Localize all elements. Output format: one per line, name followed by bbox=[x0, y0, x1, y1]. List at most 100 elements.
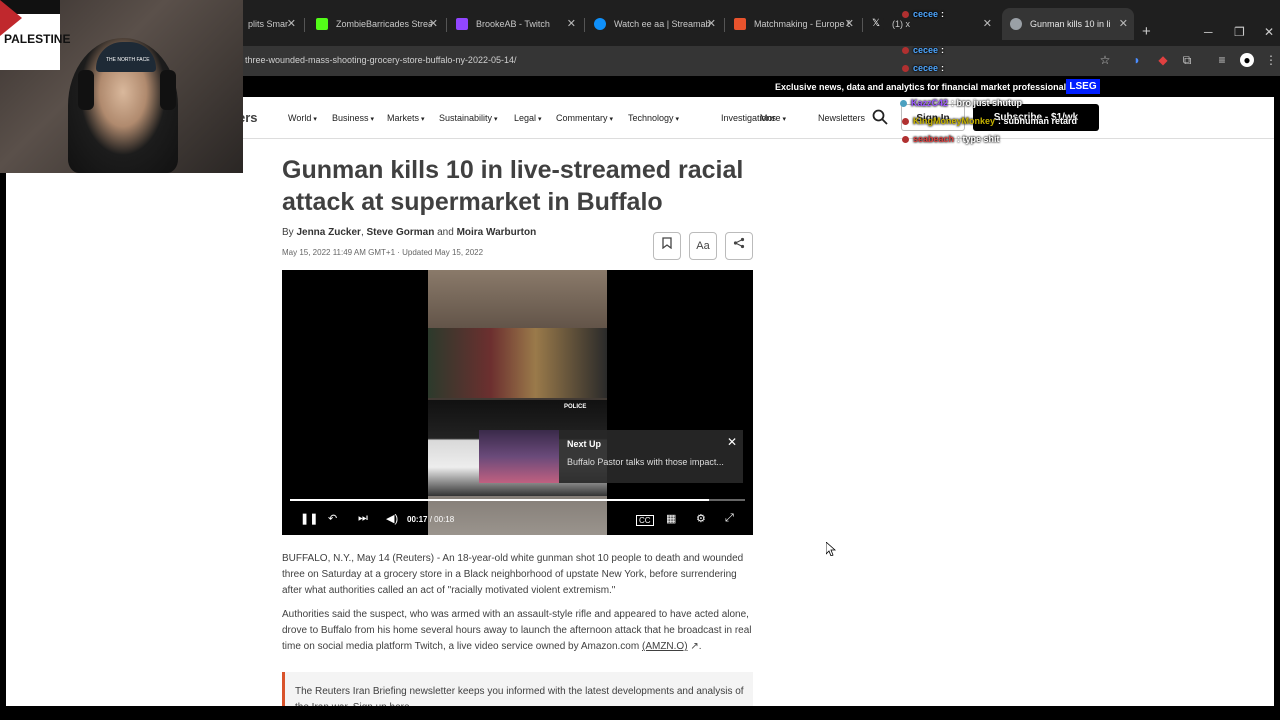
tab-smart[interactable]: plits Smart ✕ bbox=[240, 8, 302, 40]
storefront-image bbox=[428, 328, 607, 398]
faceit-icon bbox=[734, 18, 746, 30]
time-display: 00:17 / 00:18 bbox=[407, 515, 454, 524]
url-text[interactable]: three-wounded-mass-shooting-grocery-stor… bbox=[245, 55, 516, 65]
close-icon[interactable]: ✕ bbox=[727, 435, 737, 449]
close-icon[interactable]: ✕ bbox=[983, 17, 992, 30]
nav-label: Markets bbox=[387, 113, 420, 123]
chat-separator: : bbox=[941, 9, 945, 19]
settings-gear-icon[interactable]: ⚙ bbox=[696, 512, 706, 525]
close-icon[interactable]: ✕ bbox=[287, 17, 296, 30]
close-window-button[interactable]: ✕ bbox=[1264, 25, 1274, 39]
paragraph-text: . bbox=[698, 641, 702, 652]
newsletter-callout[interactable]: The Reuters Iran Briefing newsletter kee… bbox=[282, 672, 753, 706]
nav-newsletters[interactable]: Newsletters bbox=[818, 113, 865, 123]
chat-message: cecee: bbox=[902, 63, 944, 73]
text-size-icon: Aa bbox=[696, 240, 710, 252]
grid-icon[interactable]: ▦ bbox=[666, 512, 676, 525]
badge-icon bbox=[902, 11, 909, 19]
tab-twitch[interactable]: BrookeAB - Twitch ✕ bbox=[448, 8, 582, 40]
close-icon[interactable]: ✕ bbox=[1119, 17, 1128, 30]
extension-icon[interactable]: ◆ bbox=[1156, 53, 1170, 67]
bookmark-star-icon[interactable]: ☆ bbox=[1098, 53, 1112, 67]
nav-label: Business bbox=[332, 113, 369, 123]
close-icon[interactable]: ✕ bbox=[429, 17, 438, 30]
nav-commentary[interactable]: Commentary ▾ bbox=[556, 113, 613, 123]
chevron-down-icon: ▾ bbox=[675, 116, 680, 123]
bookmark-button[interactable] bbox=[653, 232, 681, 260]
close-icon[interactable]: ✕ bbox=[707, 17, 716, 30]
author-link[interactable]: Moira Warburton bbox=[457, 227, 537, 238]
screen: plits Smart ✕ ZombieBarricades Stream ✕ … bbox=[0, 0, 1280, 720]
nav-label: World bbox=[288, 113, 312, 123]
extension-icon[interactable]: ◗ bbox=[1130, 53, 1144, 67]
flag-triangle bbox=[0, 0, 22, 36]
next-up-card[interactable]: Next Up Buffalo Pastor talks with those … bbox=[479, 430, 743, 483]
menu-kebab-icon[interactable]: ⋮ bbox=[1264, 53, 1278, 67]
tab-title: Matchmaking - Europe 5v bbox=[754, 19, 850, 29]
volume-icon[interactable]: ◀) bbox=[386, 512, 398, 525]
nav-label: Technology bbox=[628, 113, 674, 123]
next-up-title[interactable]: Buffalo Pastor talks with those impact..… bbox=[567, 457, 735, 467]
chevron-down-icon: ▾ bbox=[421, 116, 425, 123]
tab-streamable[interactable]: Watch ee aa | Streamable ✕ bbox=[586, 8, 722, 40]
tab-matchmaking[interactable]: Matchmaking - Europe 5v ✕ bbox=[726, 8, 860, 40]
author-link[interactable]: Jenna Zucker bbox=[296, 227, 360, 238]
nav-label: Legal bbox=[514, 113, 537, 123]
progress-bar[interactable] bbox=[290, 499, 745, 501]
share-button[interactable] bbox=[725, 232, 753, 260]
nav-technology[interactable]: Technology ▾ bbox=[628, 113, 679, 123]
nav-business[interactable]: Business ▾ bbox=[332, 113, 374, 123]
chevron-down-icon: ▾ bbox=[538, 116, 542, 123]
tab-title: Gunman kills 10 in live bbox=[1030, 19, 1110, 29]
video-player[interactable]: POLICE Next Up Buffalo Pastor talks with… bbox=[282, 270, 753, 535]
fullscreen-icon[interactable]: ⤢ bbox=[725, 512, 734, 525]
chat-separator: : bbox=[941, 63, 945, 73]
tab-zombiebarricades[interactable]: ZombieBarricades Stream ✕ bbox=[308, 8, 444, 40]
chevron-down-icon: ▾ bbox=[494, 116, 498, 123]
restore-button[interactable]: ❐ bbox=[1234, 25, 1245, 39]
article-date: May 15, 2022 11:49 AM GMT+1 · Updated Ma… bbox=[282, 248, 484, 257]
close-icon[interactable]: ✕ bbox=[845, 17, 854, 30]
captions-icon[interactable]: CC bbox=[636, 515, 654, 526]
lseg-logo[interactable]: LSEG bbox=[1066, 79, 1100, 94]
extensions-puzzle-icon[interactable]: ⧉ bbox=[1180, 53, 1194, 67]
headset-icon bbox=[78, 70, 94, 110]
current-time: 00:17 bbox=[407, 515, 428, 524]
chat-text: type shit bbox=[962, 134, 1000, 144]
badge-icon bbox=[902, 136, 909, 144]
ticker-link[interactable]: (AMZN.O) bbox=[642, 641, 688, 652]
twitch-icon bbox=[456, 18, 468, 30]
replay-10-icon[interactable]: ↶ bbox=[328, 512, 337, 525]
search-icon[interactable] bbox=[872, 109, 888, 125]
tab-reuters-active[interactable]: Gunman kills 10 in live ✕ bbox=[1002, 8, 1134, 40]
minimize-button[interactable]: ─ bbox=[1204, 25, 1213, 39]
nav-sustainability[interactable]: Sustainability ▾ bbox=[439, 113, 498, 123]
pause-icon[interactable]: ❚❚ bbox=[300, 512, 318, 525]
chat-message: cecee: bbox=[902, 45, 944, 55]
progress-fill bbox=[290, 499, 709, 501]
nav-world[interactable]: World ▾ bbox=[288, 113, 317, 123]
flag-text: PALESTINE bbox=[4, 32, 71, 46]
next-up-thumbnail[interactable] bbox=[479, 430, 559, 483]
new-tab-button[interactable]: + bbox=[1142, 23, 1151, 41]
nav-more[interactable]: More ▾ bbox=[760, 113, 786, 123]
text-size-button[interactable]: Aa bbox=[689, 232, 717, 260]
media-control-icon[interactable]: ≡ bbox=[1215, 53, 1229, 67]
byline-comma: , bbox=[360, 227, 364, 238]
chat-message: KazzC42: bro just shutup bbox=[900, 98, 1022, 108]
streamable-icon bbox=[594, 18, 606, 30]
next-icon[interactable]: ⏭ bbox=[358, 512, 368, 525]
close-icon[interactable]: ✕ bbox=[567, 17, 576, 30]
chat-message: cecee: bbox=[902, 9, 944, 19]
globe-icon bbox=[1010, 18, 1022, 30]
chevron-down-icon: ▾ bbox=[313, 116, 317, 123]
nav-markets[interactable]: Markets ▾ bbox=[387, 113, 425, 123]
chat-text: bro just shutup bbox=[956, 98, 1023, 108]
chat-username: KazzC42 bbox=[911, 98, 949, 108]
profile-avatar[interactable]: ● bbox=[1240, 53, 1254, 67]
nav-legal[interactable]: Legal ▾ bbox=[514, 113, 542, 123]
chat-message: KingMoneyMonkey: subhuman retard bbox=[902, 116, 1077, 126]
byline: By Jenna Zucker, Steve Gorman and Moira … bbox=[282, 227, 536, 238]
author-link[interactable]: Steve Gorman bbox=[367, 227, 435, 238]
badge-icon bbox=[900, 100, 907, 108]
